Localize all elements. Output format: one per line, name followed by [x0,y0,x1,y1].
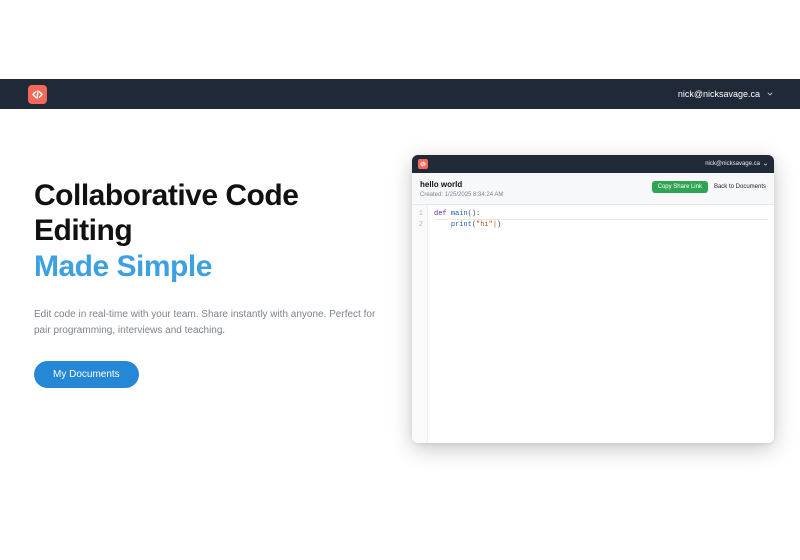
preview-user-menu[interactable]: nick@nicksavage.ca [705,161,768,167]
preview-user-email: nick@nicksavage.ca [705,161,760,167]
preview-app-logo[interactable] [418,159,428,169]
chevron-down-icon [766,90,774,98]
preview-header: hello world Created: 1/25/2025 8:34:24 A… [412,173,774,205]
my-documents-button[interactable]: My Documents [34,361,139,388]
hero-title-accent: Made Simple [34,249,394,284]
line-number: 2 [412,220,427,231]
line-number-gutter: 1 2 [412,205,428,443]
hero-subtitle: Edit code in real-time with your team. S… [34,307,384,338]
hero-title: Collaborative Code Editing Made Simple [34,178,394,284]
preview-navbar: nick@nicksavage.ca [412,155,774,173]
code-icon [420,161,426,167]
app-logo[interactable] [28,85,47,104]
line-number: 1 [412,209,427,220]
code-line: print("hi"|) [434,220,768,231]
preview-card: nick@nicksavage.ca hello world Created: … [412,155,774,443]
hero-section: Collaborative Code Editing Made Simple E… [34,178,394,388]
back-to-documents-link[interactable]: Back to Documents [714,184,766,190]
code-editor[interactable]: 1 2 def main(): print("hi"|) [412,205,774,443]
hero-title-line1: Collaborative Code [34,179,298,212]
document-created: Created: 1/25/2025 8:34:24 AM [420,192,503,198]
code-line: def main(): [434,209,768,220]
user-email: nick@nicksavage.ca [678,89,760,99]
copy-share-link-button[interactable]: Copy Share Link [652,181,708,193]
code-icon [32,89,43,100]
chevron-down-icon [763,162,768,167]
user-menu[interactable]: nick@nicksavage.ca [678,89,774,99]
document-title: hello world [420,180,503,189]
hero-title-line2: Editing [34,214,132,247]
navbar: nick@nicksavage.ca [0,79,800,109]
code-area[interactable]: def main(): print("hi"|) [428,205,774,443]
